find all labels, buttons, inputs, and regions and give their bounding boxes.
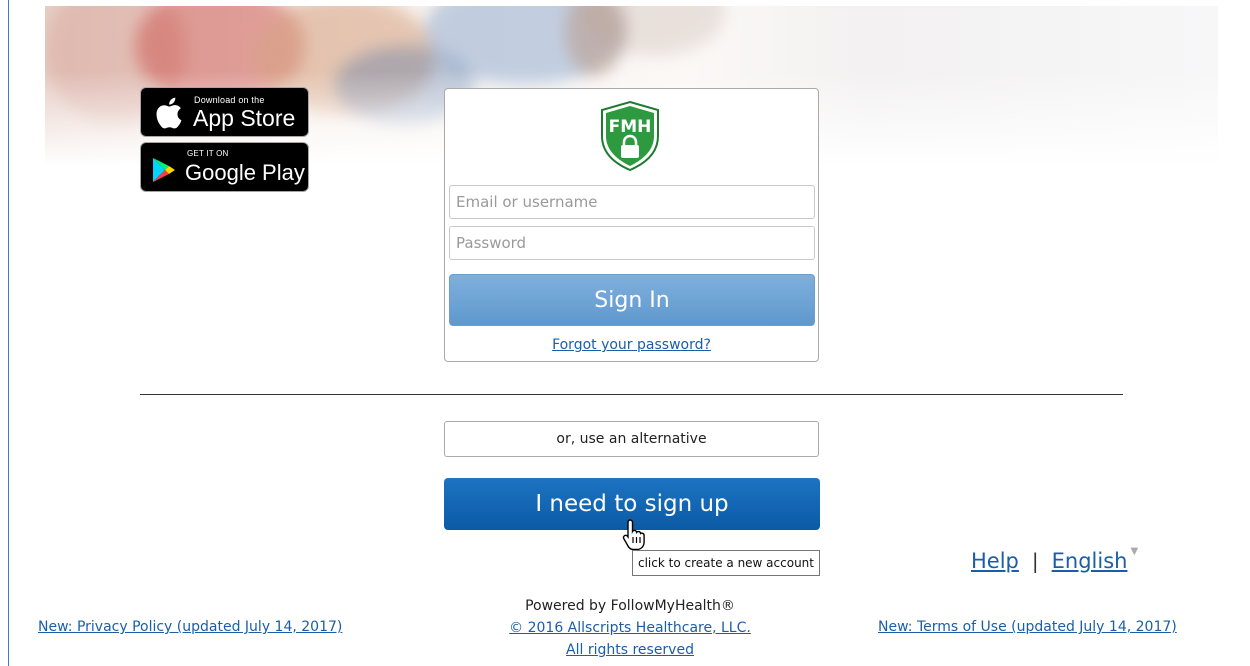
fmh-shield-logo: FMH — [601, 100, 659, 172]
app-store-badge[interactable]: Download on the App Store — [140, 87, 309, 137]
copyright-link[interactable]: © 2016 Allscripts Healthcare, LLC. — [480, 617, 780, 639]
help-link[interactable]: Help — [971, 549, 1019, 573]
sign-in-button[interactable]: Sign In — [449, 274, 815, 326]
section-divider — [140, 394, 1123, 395]
password-input[interactable] — [449, 226, 815, 260]
google-play-icon — [153, 158, 175, 182]
rights-reserved-link[interactable]: All rights reserved — [480, 639, 780, 661]
fmh-logo-text: FMH — [609, 117, 652, 137]
left-border — [8, 0, 9, 666]
terms-of-use-link[interactable]: New: Terms of Use (updated July 14, 2017… — [878, 619, 1177, 635]
separator: | — [1031, 549, 1039, 573]
language-selector[interactable]: English — [1052, 549, 1128, 573]
help-language-bar: Help | English ▼ — [971, 546, 1138, 573]
email-input[interactable] — [449, 185, 815, 219]
footer-center: Powered by FollowMyHealth® © 2016 Allscr… — [480, 595, 780, 661]
privacy-policy-link[interactable]: New: Privacy Policy (updated July 14, 20… — [38, 619, 342, 635]
app-store-small-text: Download on the — [194, 95, 265, 105]
forgot-password-link[interactable]: Forgot your password? — [445, 337, 818, 353]
sign-up-tooltip: click to create a new account — [632, 550, 820, 576]
apple-icon — [156, 97, 182, 129]
hand-cursor-icon — [622, 519, 645, 550]
google-play-small-text: GET IT ON — [187, 149, 229, 158]
app-store-big-text: App Store — [193, 105, 296, 131]
login-card: FMH Sign In Forgot your password? — [444, 88, 819, 362]
google-play-big-text: Google Play — [185, 160, 305, 185]
alternative-login-button[interactable]: or, use an alternative — [444, 421, 819, 457]
google-play-badge[interactable]: GET IT ON Google Play — [140, 142, 309, 192]
powered-by-text: Powered by FollowMyHealth® — [525, 598, 735, 614]
chevron-down-icon[interactable]: ▼ — [1130, 546, 1138, 557]
